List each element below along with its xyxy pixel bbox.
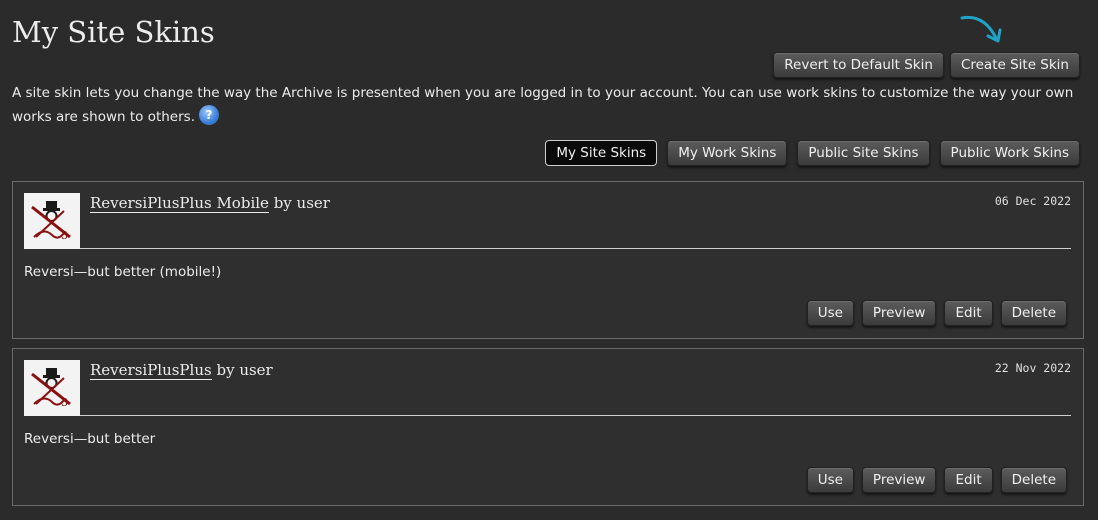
delete-button[interactable]: Delete — [1000, 467, 1067, 493]
tab-public-site-skins[interactable]: Public Site Skins — [797, 140, 930, 166]
skin-item: 3 ReversiPlusPlus Mobile by user 06 Dec … — [12, 181, 1084, 339]
reversi-logo-icon: 3 — [24, 193, 80, 249]
skin-thumbnail: 3 — [24, 193, 80, 249]
tab-my-work-skins[interactable]: My Work Skins — [667, 140, 788, 166]
svg-text:3: 3 — [61, 229, 68, 242]
help-question-icon[interactable]: ? — [199, 105, 219, 125]
preview-button[interactable]: Preview — [861, 467, 937, 493]
edit-button[interactable]: Edit — [944, 300, 993, 326]
delete-button[interactable]: Delete — [1000, 300, 1067, 326]
tab-public-work-skins[interactable]: Public Work Skins — [939, 140, 1080, 166]
skin-summary: Reversi—but better (mobile!) — [24, 264, 222, 280]
skin-item-actions: Use Preview Edit Delete — [806, 300, 1067, 326]
divider — [80, 415, 1071, 416]
skin-author: by user — [216, 361, 273, 379]
reversi-logo-icon: 3 — [24, 360, 80, 416]
intro-text-content: A site skin lets you change the way the … — [12, 85, 1074, 125]
preview-button[interactable]: Preview — [861, 300, 937, 326]
use-button[interactable]: Use — [806, 300, 854, 326]
skin-item-actions: Use Preview Edit Delete — [806, 467, 1067, 493]
svg-text:3: 3 — [61, 396, 68, 409]
skin-date: 06 Dec 2022 — [994, 194, 1071, 208]
create-site-skin-button[interactable]: Create Site Skin — [949, 52, 1080, 78]
edit-button[interactable]: Edit — [944, 467, 993, 493]
skin-summary: Reversi—but better — [24, 431, 156, 447]
skin-title-link[interactable]: ReversiPlusPlus — [90, 361, 212, 380]
skin-date: 22 Nov 2022 — [994, 361, 1071, 375]
skin-author: by user — [273, 194, 330, 212]
skin-actions-bar: Revert to Default Skin Create Site Skin — [773, 52, 1080, 78]
use-button[interactable]: Use — [806, 467, 854, 493]
skin-title-link[interactable]: ReversiPlusPlus Mobile — [90, 194, 269, 213]
skin-heading: ReversiPlusPlus Mobile by user — [90, 192, 330, 214]
tab-my-site-skins[interactable]: My Site Skins — [545, 140, 658, 166]
page-title: My Site Skins — [12, 15, 215, 49]
intro-text: A site skin lets you change the way the … — [12, 82, 1086, 129]
skin-tabs: My Site Skins My Work Skins Public Site … — [545, 140, 1080, 166]
page: My Site Skins Revert to Default Skin Cre… — [0, 0, 1098, 520]
curved-arrow-icon — [960, 15, 1002, 43]
divider — [80, 248, 1071, 249]
skin-item: 3 ReversiPlusPlus by user 22 Nov 2022 Re… — [12, 348, 1084, 506]
skin-thumbnail: 3 — [24, 360, 80, 416]
revert-default-skin-button[interactable]: Revert to Default Skin — [773, 52, 944, 78]
skin-heading: ReversiPlusPlus by user — [90, 359, 273, 381]
